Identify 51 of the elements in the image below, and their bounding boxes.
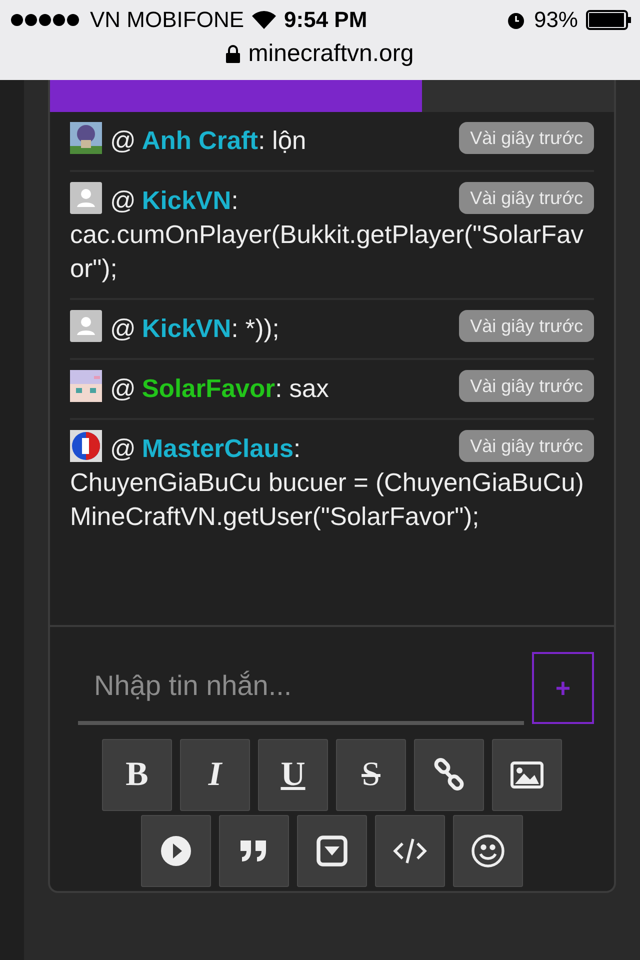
wifi-icon (252, 11, 276, 29)
user-name[interactable]: KickVN (142, 315, 232, 343)
italic-button[interactable]: I (180, 739, 250, 811)
at-sign: @ (110, 187, 136, 215)
alarm-icon (506, 10, 526, 30)
timestamp-badge: Vài giây trước (459, 370, 594, 402)
spoiler-button[interactable] (297, 815, 367, 887)
dropdown-box-icon (314, 833, 350, 869)
user-name[interactable]: KickVN (142, 187, 232, 215)
default-avatar-icon (70, 310, 102, 342)
image-button[interactable] (492, 739, 562, 811)
link-button[interactable] (414, 739, 484, 811)
message-text: sax (289, 374, 329, 405)
play-icon (158, 833, 194, 869)
bold-button[interactable]: B (102, 739, 172, 811)
clock-time: 9:54 PM (284, 7, 368, 33)
carrier-name: VN MOBIFONE (90, 7, 244, 33)
smiley-icon (470, 833, 506, 869)
strike-button[interactable]: S (336, 739, 406, 811)
emoji-button[interactable] (453, 815, 523, 887)
battery-percent: 93% (534, 7, 578, 33)
battery-icon (586, 10, 632, 30)
user-name[interactable]: Anh Craft (142, 127, 258, 155)
code-button[interactable] (375, 815, 445, 887)
page-url[interactable]: minecraftvn.org (248, 40, 414, 68)
message-text: cac.cumOnPlayer(Bukkit.getPlayer("SolarFavor"); (70, 220, 585, 285)
colon: : (294, 435, 301, 463)
message-input[interactable]: Nhập tin nhắn... (78, 651, 524, 725)
at-sign: @ (110, 435, 136, 463)
message-text: lộn (272, 126, 306, 157)
colon: : (231, 315, 238, 343)
signal-icon (10, 13, 82, 27)
quote-button[interactable] (219, 815, 289, 887)
video-button[interactable] (141, 815, 211, 887)
colon: : (275, 375, 282, 403)
message-text: ChuyenGiaBuCu bucuer = (ChuyenGiaBuCu) MineCraftVN.getUser("SolarFavor"); (70, 468, 585, 533)
timestamp-badge: Vài giây trước (459, 310, 594, 342)
timestamp-badge: Vài giây trước (459, 430, 594, 462)
default-avatar-icon (70, 182, 102, 214)
at-sign: @ (110, 375, 136, 403)
underline-button[interactable]: U (258, 739, 328, 811)
at-sign: @ (110, 315, 136, 343)
lock-icon (226, 45, 240, 63)
timestamp-badge: Vài giây trước (459, 122, 594, 154)
colon: : (258, 127, 266, 155)
message-text: *)); (245, 314, 280, 345)
at-sign: @ (110, 127, 136, 155)
user-name[interactable]: SolarFavor (142, 375, 276, 403)
timestamp-badge: Vài giây trước (459, 182, 594, 214)
user-name[interactable]: MasterClaus (142, 435, 294, 463)
colon: : (231, 187, 238, 215)
